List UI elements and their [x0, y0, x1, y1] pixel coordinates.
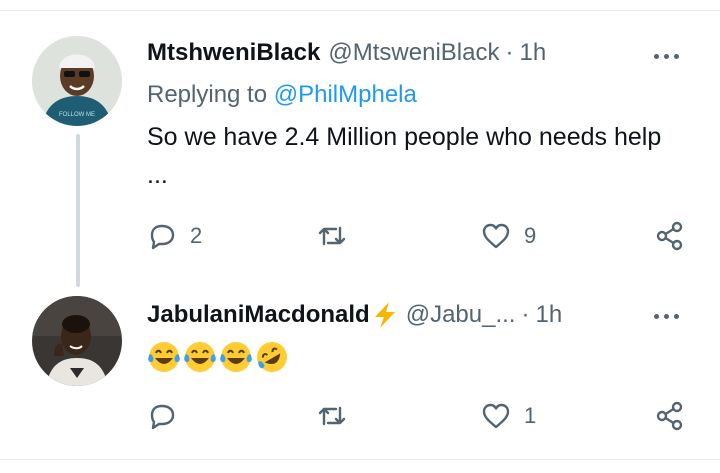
like-button[interactable]: 1	[480, 396, 536, 436]
like-count: 9	[524, 223, 537, 248]
user-handle[interactable]: @Jabu_...	[406, 300, 516, 330]
face-with-tears-of-joy-icon	[184, 342, 216, 372]
replying-prefix: Replying to	[147, 81, 268, 108]
retweet-icon	[318, 226, 346, 246]
reply-button[interactable]	[146, 396, 190, 436]
retweet-button[interactable]	[316, 216, 360, 256]
timestamp[interactable]: 1h	[535, 300, 562, 330]
reply-icon	[150, 224, 175, 250]
share-button[interactable]	[654, 216, 686, 256]
tweet-header: JabulaniMacdonald @Jabu_... · 1h	[147, 300, 562, 330]
retweet-button[interactable]	[316, 396, 360, 436]
bottom-divider	[0, 459, 720, 460]
tweet-header: MtshweniBlack @MtsweniBlack · 1h	[147, 38, 546, 68]
display-name[interactable]: MtshweniBlack	[147, 38, 320, 68]
tweet-actions: 2 9	[0, 216, 720, 256]
reply-icon	[150, 404, 175, 430]
retweet-icon	[318, 406, 346, 426]
avatar[interactable]	[32, 296, 122, 386]
tweet-text: So we have 2.4 Million people who needs …	[147, 123, 662, 189]
user-handle[interactable]: @MtsweniBlack	[328, 38, 499, 68]
more-icon[interactable]	[646, 44, 686, 68]
separator-dot: ·	[521, 301, 530, 328]
like-icon	[482, 403, 510, 429]
top-divider	[0, 10, 720, 11]
more-icon[interactable]	[646, 304, 686, 328]
like-count: 1	[524, 403, 537, 428]
tweet-emojis	[147, 340, 289, 374]
face-with-tears-of-joy-icon	[220, 342, 252, 372]
timestamp[interactable]: 1h	[519, 38, 546, 68]
high-voltage-emoji-icon	[372, 301, 398, 329]
like-button[interactable]: 9	[480, 216, 536, 256]
reply-count: 2	[190, 223, 203, 248]
rolling-on-the-floor-laughing-icon	[257, 342, 287, 372]
avatar[interactable]: FOLLOW ME	[32, 36, 122, 126]
display-name[interactable]: JabulaniMacdonald	[147, 300, 370, 330]
thread-line	[76, 134, 80, 287]
like-icon	[482, 223, 510, 249]
tweet-actions: 1	[0, 396, 720, 436]
svg-text:FOLLOW ME: FOLLOW ME	[59, 112, 95, 118]
separator-dot: ·	[505, 39, 514, 66]
share-icon	[656, 401, 683, 431]
replying-mention-link[interactable]: @PhilMphela	[274, 81, 417, 108]
share-icon	[656, 221, 683, 251]
share-button[interactable]	[654, 396, 686, 436]
replying-to: Replying to @PhilMphela	[147, 80, 417, 110]
reply-button[interactable]: 2	[146, 216, 202, 256]
face-with-tears-of-joy-icon	[148, 342, 180, 372]
